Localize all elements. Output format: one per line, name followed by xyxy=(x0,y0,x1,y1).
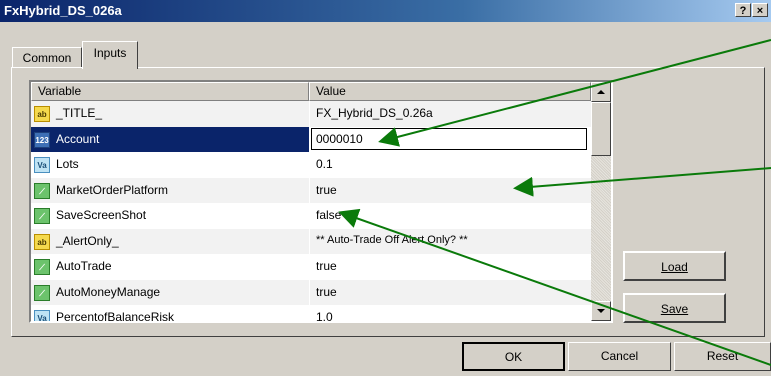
table-row[interactable]: Va PercentofBalanceRisk 1.0 xyxy=(31,305,591,323)
table-row[interactable]: ab _TITLE_ FX_Hybrid_DS_0.26a xyxy=(31,101,591,128)
variable-name: AutoMoneyManage xyxy=(56,284,161,299)
variable-value[interactable]: 1.0 xyxy=(316,310,333,321)
table-row[interactable]: ⟋ AutoMoneyManage true xyxy=(31,279,591,306)
scroll-down-button[interactable] xyxy=(591,301,611,321)
scroll-up-button[interactable] xyxy=(591,82,611,102)
bool-type-icon: ⟋ xyxy=(34,284,50,301)
save-button-label: Save xyxy=(660,302,689,316)
variable-name: SaveScreenShot xyxy=(56,208,147,222)
table-row[interactable]: Va Lots 0.1 xyxy=(31,152,591,179)
title-bar: FxHybrid_DS_026a ? × xyxy=(0,0,771,22)
arrow-up-icon xyxy=(597,90,605,94)
window-title: FxHybrid_DS_026a xyxy=(4,3,122,18)
help-button[interactable]: ? xyxy=(735,3,751,17)
tab-inputs[interactable]: Inputs xyxy=(82,41,138,69)
table-row-selected[interactable]: 123 Account 0000010 xyxy=(31,126,591,153)
scroll-thumb[interactable] xyxy=(591,102,611,156)
table-row[interactable]: ⟋ SaveScreenShot false xyxy=(31,203,591,230)
cancel-button[interactable]: Cancel xyxy=(568,342,671,371)
header-value[interactable]: Value xyxy=(309,82,591,101)
variable-name: Account xyxy=(56,131,100,146)
variable-name: Lots xyxy=(56,157,79,171)
string-type-icon: ab xyxy=(34,233,50,250)
double-type-icon: Va xyxy=(34,157,50,173)
table-row[interactable]: ⟋ MarketOrderPlatform true xyxy=(31,177,591,204)
string-type-icon: ab xyxy=(34,106,50,122)
save-button[interactable]: Save xyxy=(623,293,726,323)
bool-type-icon: ⟋ xyxy=(34,259,50,275)
bool-type-icon: ⟋ xyxy=(34,182,50,199)
ok-button[interactable]: OK xyxy=(462,342,565,371)
integer-type-icon: 123 xyxy=(34,131,50,148)
load-button-label: Load xyxy=(661,260,688,274)
double-type-icon: Va xyxy=(34,310,50,321)
inputs-grid: Variable Value ab _TITLE_ FX_Hybrid_DS_0.… xyxy=(29,80,613,323)
variable-value[interactable]: false xyxy=(316,208,341,222)
reset-button[interactable]: Reset xyxy=(674,342,771,371)
tab-common[interactable]: Common xyxy=(12,47,82,68)
table-row[interactable]: ab _AlertOnly_ ** Auto-Trade Off Alert On… xyxy=(31,228,591,255)
arrow-down-icon xyxy=(597,309,605,313)
close-button[interactable]: × xyxy=(752,3,768,17)
vertical-scrollbar[interactable] xyxy=(591,82,611,321)
table-row[interactable]: ⟋ AutoTrade true xyxy=(31,254,591,281)
value-edit-field[interactable]: 0000010 xyxy=(311,127,587,150)
variable-value[interactable]: true xyxy=(316,183,337,197)
variable-name: PercentofBalanceRisk xyxy=(56,310,175,323)
variable-name: _AlertOnly_ xyxy=(56,233,119,248)
variable-name: AutoTrade xyxy=(56,259,112,273)
variable-value[interactable]: ** Auto-Trade Off Alert Only? ** xyxy=(316,234,468,246)
bool-type-icon: ⟋ xyxy=(34,208,50,224)
variable-name: _TITLE_ xyxy=(56,106,103,120)
variable-name: MarketOrderPlatform xyxy=(56,182,169,197)
variable-value[interactable]: true xyxy=(316,285,337,299)
load-button[interactable]: Load xyxy=(623,251,726,281)
grid-header: Variable Value xyxy=(31,82,591,101)
variable-value[interactable]: 0.1 xyxy=(316,157,333,171)
variable-value[interactable]: true xyxy=(316,259,337,273)
variable-value[interactable]: FX_Hybrid_DS_0.26a xyxy=(316,106,433,120)
header-variable[interactable]: Variable xyxy=(31,82,309,101)
